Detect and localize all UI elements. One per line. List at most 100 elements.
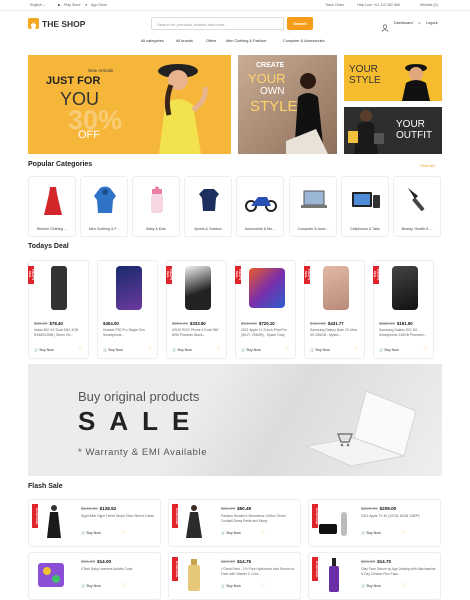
deal-product-name: ASUS ROG Phone 5 Dual SIM 8GB Phantom Bl… bbox=[172, 328, 219, 337]
flash-product-image bbox=[323, 557, 345, 593]
heart-icon[interactable]: ♡ bbox=[79, 347, 83, 353]
logo-icon[interactable] bbox=[28, 18, 39, 29]
buy-now-button[interactable]: 🛒 Buy Now bbox=[379, 348, 399, 352]
buy-now-button[interactable]: 🛒 Buy Now bbox=[310, 348, 330, 352]
buy-now-button[interactable]: 🛒 Buy Now bbox=[221, 531, 241, 535]
nav-computer-accessories[interactable]: Computer & Accessories bbox=[283, 39, 325, 43]
deal-card[interactable]: TODAY'S DEAL $391.00 $333.50 ASUS ROG Pho… bbox=[166, 260, 227, 359]
buy-now-button[interactable]: 🛒 Buy Now bbox=[361, 531, 381, 535]
play-store-link[interactable]: Play Store bbox=[64, 3, 81, 7]
nav-all-categories[interactable]: All categories bbox=[141, 39, 164, 43]
motorbike-icon bbox=[245, 190, 277, 212]
banner-model-image bbox=[145, 55, 231, 154]
heart-icon[interactable]: ♡ bbox=[261, 583, 265, 589]
banner-your-outfit-line-2: OUTFIT bbox=[396, 130, 433, 141]
deal-card[interactable]: TODAY'S DEAL $454.00 $431.77 Samsung Gala… bbox=[304, 260, 365, 359]
buy-now-button[interactable]: 🛒 Buy Now bbox=[221, 584, 241, 588]
search-button[interactable]: Search bbox=[287, 17, 313, 30]
user-icon[interactable] bbox=[381, 19, 389, 32]
nav-offers[interactable]: Offers bbox=[206, 39, 216, 43]
category-card-baby[interactable]: Baby & Kids bbox=[132, 176, 180, 237]
hoodie-icon bbox=[93, 186, 117, 214]
logo-text[interactable]: THE SHOP bbox=[42, 19, 85, 29]
category-label: Beauty, Health & ... bbox=[401, 227, 433, 231]
hero-banner-your-outfit[interactable]: YOUR OUTFIT bbox=[344, 107, 442, 154]
flash-new-price: $14.00 bbox=[97, 559, 112, 564]
banner-style-word-4: STYLE bbox=[250, 98, 298, 115]
heart-icon[interactable]: ♡ bbox=[355, 347, 359, 353]
search-input[interactable]: Search for products, brands and more... bbox=[151, 17, 284, 30]
logout-link[interactable]: Logout bbox=[426, 21, 438, 25]
deal-new-price: $333.50 bbox=[189, 321, 206, 326]
deal-card[interactable]: $404.00 Huawei P30 Pro Single Sim Smartp… bbox=[97, 260, 158, 359]
flash-card[interactable]: FLASH SALE $220.00 $209.00 2021 Apple TV … bbox=[308, 499, 441, 547]
category-card-computer[interactable]: Computer & Acce... bbox=[289, 176, 337, 237]
flash-tag: FLASH SALE bbox=[312, 504, 318, 528]
category-card-cellphones[interactable]: Cellphones & Tabs bbox=[341, 176, 389, 237]
buy-now-button[interactable]: 🛒 Buy Now bbox=[81, 584, 101, 588]
category-card-beauty[interactable]: Beauty, Health & ... bbox=[393, 176, 441, 237]
flash-product-name: L'Oreal Paris - 1% Pure Hyaluronic acid … bbox=[221, 567, 295, 576]
flash-card[interactable]: $15.00 $14.00 VTech Baby Learners Activit… bbox=[28, 552, 161, 600]
deal-old-price: $454.00 bbox=[310, 321, 326, 326]
flash-price: $15.00 $14.00 bbox=[81, 559, 111, 564]
deal-product-name: Huawei P30 Pro Single Sim Smartphone... bbox=[103, 328, 145, 337]
buy-now-label: Buy Now bbox=[177, 348, 192, 352]
buy-now-button[interactable]: 🛒 Buy Now bbox=[172, 348, 192, 352]
sale-banner[interactable]: Buy original products SALE * Warranty & … bbox=[28, 364, 442, 476]
heart-icon[interactable]: ♡ bbox=[401, 530, 405, 536]
buy-now-button[interactable]: 🛒 Buy Now bbox=[81, 531, 101, 535]
buy-now-button[interactable]: 🛒 Buy Now bbox=[361, 584, 381, 588]
view-all-link[interactable]: View All › bbox=[420, 163, 436, 168]
banner-your-outfit-text: YOUR OUTFIT bbox=[396, 119, 432, 141]
heart-icon[interactable]: ♡ bbox=[121, 583, 125, 589]
heart-icon[interactable]: ♡ bbox=[424, 347, 428, 353]
deal-product-image bbox=[185, 266, 211, 310]
category-card-automobile[interactable]: Automobile & Mo... bbox=[236, 176, 284, 237]
heart-icon[interactable]: ♡ bbox=[401, 583, 405, 589]
flash-card[interactable]: FLASH SALE $18.00 $14.70 Olay Face Serum … bbox=[308, 552, 441, 600]
help-line: Help Line +01 112 352 566 bbox=[357, 3, 400, 7]
deal-card[interactable]: TODAY'S DEAL $848.00 $720.10 2021 Apple 1… bbox=[235, 260, 296, 359]
flash-tag: FLASH SALE bbox=[312, 557, 318, 581]
flash-sale-title: Flash Sale bbox=[28, 483, 63, 490]
dashboard-link[interactable]: Dashboard bbox=[394, 21, 413, 25]
cart-icon: 🛒 bbox=[103, 348, 108, 352]
track-order-link[interactable]: Track Order bbox=[325, 3, 344, 7]
hero-banner-your-style[interactable]: YOUR STYLE bbox=[344, 55, 442, 101]
banner-your-style-model bbox=[396, 59, 436, 101]
buy-now-button[interactable]: 🛒 Buy Now bbox=[34, 348, 54, 352]
language-selector[interactable]: English ⌄ bbox=[30, 3, 46, 7]
flash-card[interactable]: FLASH SALE $58.00 $50.49 Parisian Women's… bbox=[168, 499, 301, 547]
buy-now-button[interactable]: 🛒 Buy Now bbox=[241, 348, 261, 352]
flash-card[interactable]: FLASH SALE $18.00 $14.75 L'Oreal Paris - … bbox=[168, 552, 301, 600]
banner-small-text: New Arrivals bbox=[88, 68, 114, 73]
banner-your-outfit-line-1: YOUR bbox=[396, 119, 425, 130]
app-store-link[interactable]: App Store bbox=[91, 3, 107, 7]
deal-card[interactable]: TODAY'S DEAL $88.00 $78.40 Nokia 800 4G D… bbox=[28, 260, 89, 359]
nav-men-clothing[interactable]: Men Clothing & Fashion bbox=[226, 39, 267, 43]
cart-icon: 🛒 bbox=[81, 584, 86, 588]
buy-now-label: Buy Now bbox=[86, 531, 101, 535]
heart-icon[interactable]: ♡ bbox=[217, 347, 221, 353]
hero-banner-style[interactable]: CREATE YOUR OWN STYLE bbox=[238, 55, 337, 154]
category-card-sports[interactable]: Sports & Outdoor bbox=[184, 176, 232, 237]
wishlist-link[interactable]: Wishlist (0) bbox=[420, 3, 438, 7]
deal-new-price: $431.77 bbox=[327, 321, 344, 326]
todays-deal-title: Todays Deal bbox=[28, 243, 69, 250]
heart-icon[interactable]: ♡ bbox=[121, 530, 125, 536]
buy-now-label: Buy Now bbox=[384, 348, 399, 352]
heart-icon[interactable]: ♡ bbox=[286, 347, 290, 353]
category-card-men[interactable]: Men Clothing & F... bbox=[80, 176, 128, 237]
deal-card[interactable]: TODAY'S DEAL $232.00 $191.90 Samsung Gala… bbox=[373, 260, 434, 359]
hero-banner-main[interactable]: New Arrivals JUST FOR YOU 30% OFF bbox=[28, 55, 231, 154]
deal-product-image bbox=[51, 266, 67, 310]
heart-icon[interactable]: ♡ bbox=[148, 347, 152, 353]
flash-card[interactable]: FLASH SALE $142.00 $128.52 Night After Ni… bbox=[28, 499, 161, 547]
cart-icon: 🛒 bbox=[361, 531, 366, 535]
flash-old-price: $18.00 bbox=[361, 559, 376, 564]
heart-icon[interactable]: ♡ bbox=[261, 530, 265, 536]
category-card-women[interactable]: Women Clothing ... bbox=[28, 176, 76, 237]
nav-all-brands[interactable]: All brands bbox=[176, 39, 193, 43]
buy-now-button[interactable]: 🛒 Buy Now bbox=[103, 348, 123, 352]
